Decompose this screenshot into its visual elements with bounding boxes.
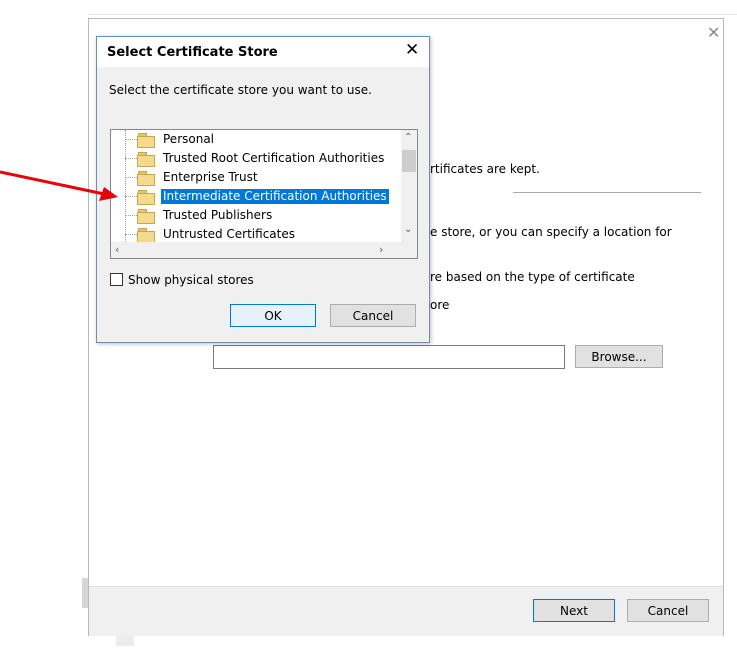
wizard-text-kept: rtificates are kept. <box>430 162 540 176</box>
wizard-close-icon[interactable]: ✕ <box>707 25 720 41</box>
dialog-cancel-button[interactable]: Cancel <box>330 304 416 327</box>
close-icon[interactable]: ✕ <box>405 41 419 59</box>
tree-item-label-selected: Intermediate Certification Authorities <box>161 189 389 204</box>
wizard-option-place-all[interactable]: ore <box>430 298 449 312</box>
folder-icon <box>137 209 155 224</box>
tree-item-intermediate[interactable]: Intermediate Certification Authorities <box>111 187 401 206</box>
tree-branch <box>125 234 137 235</box>
scroll-up-icon[interactable]: ⌃ <box>404 132 412 143</box>
show-physical-stores-checkbox[interactable] <box>110 273 123 286</box>
tree-item-label: Trusted Publishers <box>163 208 273 222</box>
wizard-text-specify-location: e store, or you can specify a location f… <box>430 225 672 239</box>
scroll-thumb[interactable] <box>402 150 416 172</box>
tree-branch <box>125 177 137 178</box>
select-certificate-store-dialog: Select Certificate Store ✕ Select the ce… <box>96 36 430 343</box>
tree-item-label: Untrusted Certificates <box>163 227 295 241</box>
scroll-right-icon[interactable]: › <box>379 243 383 256</box>
tree-item-enterprise-trust[interactable]: Enterprise Trust <box>111 168 401 187</box>
scrollbar-corner <box>401 242 417 258</box>
next-button[interactable]: Next <box>533 599 615 622</box>
tree-item-label: Trusted Root Certification Authorities <box>163 151 385 165</box>
folder-icon <box>137 171 155 186</box>
tree-item-untrusted[interactable]: Untrusted Certificates <box>111 225 401 242</box>
folder-icon <box>137 152 155 167</box>
certificate-store-tree[interactable]: Personal Trusted Root Certification Auth… <box>110 129 418 259</box>
browse-button[interactable]: Browse... <box>575 345 663 368</box>
certificate-store-field[interactable] <box>213 345 565 369</box>
tree-branch <box>125 139 137 140</box>
show-physical-stores-label: Show physical stores <box>128 273 254 287</box>
folder-icon <box>137 133 155 148</box>
wizard-option-auto-select[interactable]: re based on the type of certificate <box>430 270 635 284</box>
horizontal-scrollbar[interactable]: ‹ › <box>111 242 401 258</box>
tree-items: Personal Trusted Root Certification Auth… <box>111 130 401 242</box>
dialog-titlebar[interactable]: Select Certificate Store ✕ <box>97 37 429 67</box>
scroll-left-icon[interactable]: ‹ <box>115 243 119 256</box>
wizard-footer: Next Cancel <box>89 586 723 636</box>
dialog-title: Select Certificate Store <box>107 45 278 60</box>
scroll-down-icon[interactable]: ⌄ <box>404 224 412 235</box>
tree-branch <box>125 196 137 197</box>
folder-icon <box>137 228 155 242</box>
tree-branch <box>125 215 137 216</box>
tree-item-trusted-publishers[interactable]: Trusted Publishers <box>111 206 401 225</box>
wizard-top-edge <box>88 14 737 15</box>
ok-button[interactable]: OK <box>230 304 316 327</box>
annotation-arrow <box>0 170 118 201</box>
folder-icon <box>137 190 155 205</box>
tree-item-label: Personal <box>163 132 215 146</box>
background-window-edge <box>82 578 88 608</box>
tree-item-trusted-root[interactable]: Trusted Root Certification Authorities <box>111 149 401 168</box>
wizard-separator <box>513 192 701 193</box>
vertical-scrollbar[interactable]: ⌃ ⌄ <box>401 130 417 242</box>
dialog-prompt: Select the certificate store you want to… <box>109 83 372 97</box>
tree-item-label: Enterprise Trust <box>163 170 258 184</box>
tree-item-personal[interactable]: Personal <box>111 130 401 149</box>
background-window-edge-2 <box>116 636 134 646</box>
wizard-cancel-button[interactable]: Cancel <box>627 599 709 622</box>
tree-branch <box>125 158 137 159</box>
